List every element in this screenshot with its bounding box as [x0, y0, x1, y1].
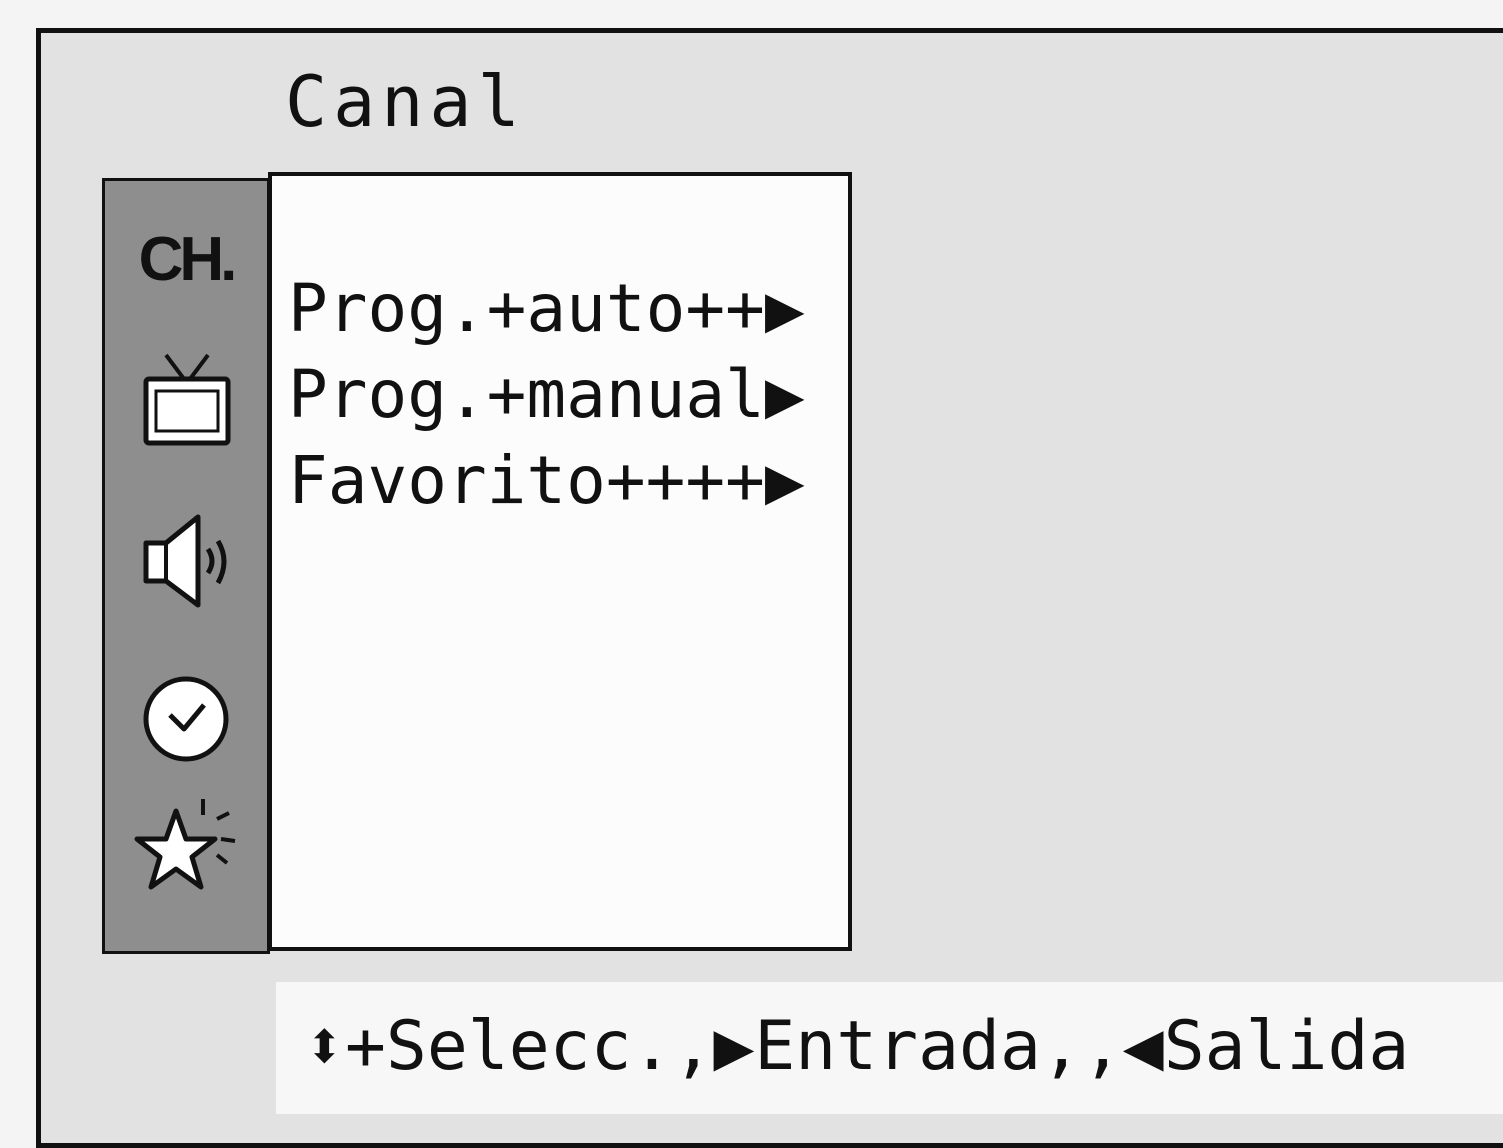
help-text: ⬍+Selecc.,▶Entrada,,◀Salida — [304, 1007, 1410, 1086]
sidebar-item-sound[interactable] — [105, 511, 267, 611]
menu-item-favorite[interactable]: Favorito++++▶ — [288, 438, 805, 524]
sidebar-item-time[interactable] — [105, 671, 267, 767]
sidebar-item-picture[interactable] — [105, 349, 267, 449]
tv-icon — [143, 353, 231, 446]
menu-title: Canal — [285, 61, 526, 143]
help-bar: ⬍+Selecc.,▶Entrada,,◀Salida — [276, 982, 1503, 1114]
menu-item-auto-program[interactable]: Prog.+auto++▶ — [288, 266, 805, 352]
channel-icon: CH. — [138, 224, 238, 294]
menu-item-manual-program[interactable]: Prog.+manual▶ — [288, 352, 805, 438]
sidebar: CH. — [102, 178, 270, 954]
clock-icon — [143, 676, 229, 762]
star-icon — [134, 799, 236, 890]
sidebar-item-special[interactable] — [105, 797, 267, 907]
speaker-icon — [143, 514, 227, 608]
menu-panel: Prog.+auto++▶ Prog.+manual▶ Favorito++++… — [268, 172, 852, 951]
sidebar-item-channel[interactable]: CH. — [105, 219, 267, 299]
